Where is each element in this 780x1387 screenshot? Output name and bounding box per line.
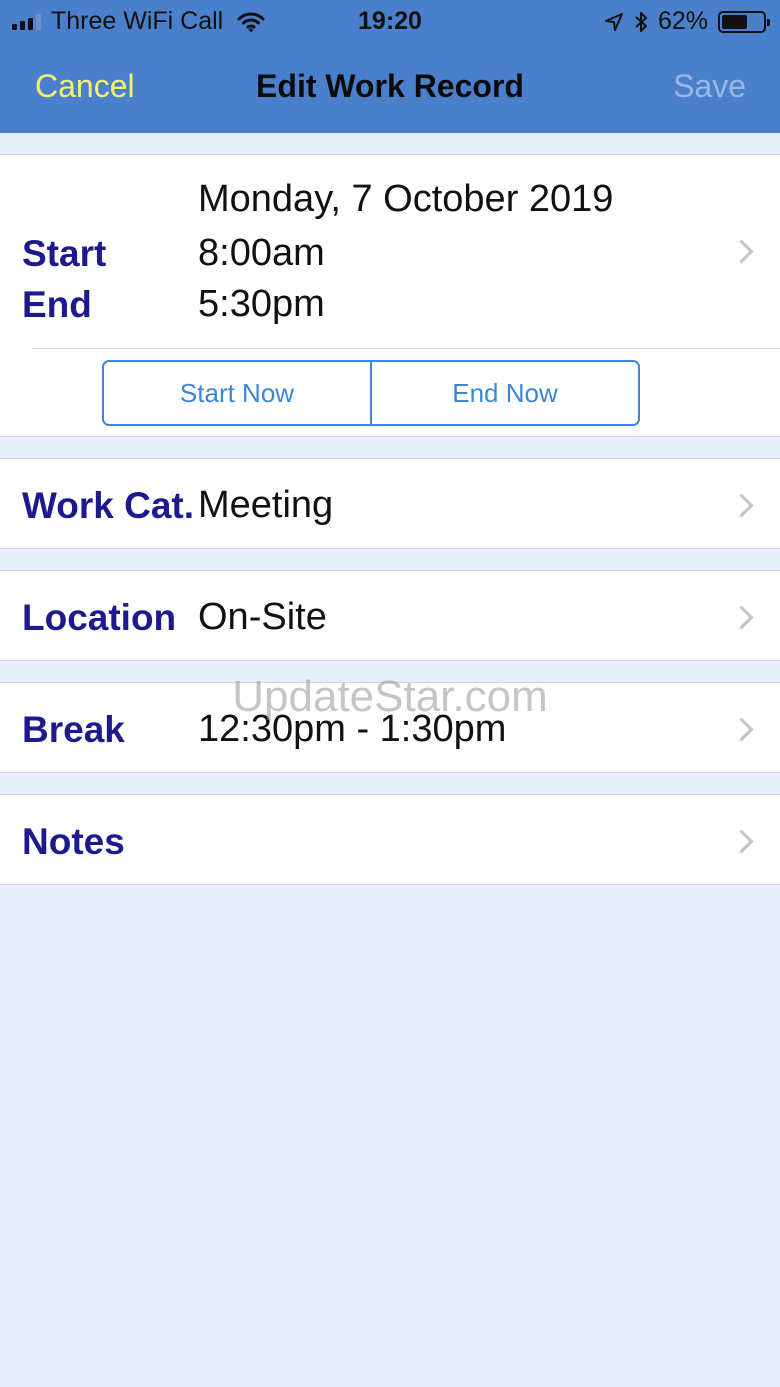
location-arrow-icon [604, 12, 623, 31]
start-label: Start [22, 233, 107, 274]
start-end-now-control: Start Now End Now [102, 360, 640, 426]
status-bar: Three WiFi Call 19:20 62% [0, 0, 780, 44]
notes-label: Notes [22, 821, 125, 862]
navigation-header: Three WiFi Call 19:20 62% Cancel Edit Wo… [0, 0, 780, 133]
battery-icon [718, 10, 770, 33]
chevron-right-icon [729, 829, 754, 854]
save-button[interactable]: Save [673, 68, 746, 105]
work-category-value: Meeting [198, 484, 334, 526]
break-label: Break [22, 709, 125, 750]
time-row[interactable]: Monday, 7 October 2019 Start 8:00am End … [0, 155, 780, 348]
work-category-label: Work Cat. [22, 485, 195, 526]
notes-row[interactable]: Notes [0, 794, 780, 885]
start-time-value: 8:00am [198, 232, 325, 274]
page-title: Edit Work Record [256, 68, 524, 104]
time-section: Monday, 7 October 2019 Start 8:00am End … [0, 154, 780, 437]
bluetooth-icon [635, 11, 647, 32]
chevron-right-icon [729, 239, 754, 264]
chevron-right-icon [729, 717, 754, 742]
start-now-button[interactable]: Start Now [104, 362, 370, 424]
end-now-button[interactable]: End Now [370, 362, 638, 424]
location-row[interactable]: Location On-Site [0, 570, 780, 661]
location-label: Location [22, 597, 177, 638]
status-right: 62% [604, 7, 770, 36]
break-value: 12:30pm - 1:30pm [198, 708, 507, 750]
location-value: On-Site [198, 596, 327, 638]
date-value: Monday, 7 October 2019 [198, 178, 614, 220]
work-category-row[interactable]: Work Cat. Meeting [0, 458, 780, 549]
chevron-right-icon [729, 493, 754, 518]
nav-bar: Cancel Edit Work Record Save [0, 44, 780, 133]
battery-fill [722, 14, 747, 29]
divider [32, 348, 780, 349]
battery-percentage: 62% [657, 7, 708, 35]
end-time-value: 5:30pm [198, 283, 325, 325]
battery-nub [767, 18, 770, 26]
break-row[interactable]: Break 12:30pm - 1:30pm [0, 682, 780, 773]
chevron-right-icon [729, 605, 754, 630]
end-label: End [22, 284, 92, 325]
